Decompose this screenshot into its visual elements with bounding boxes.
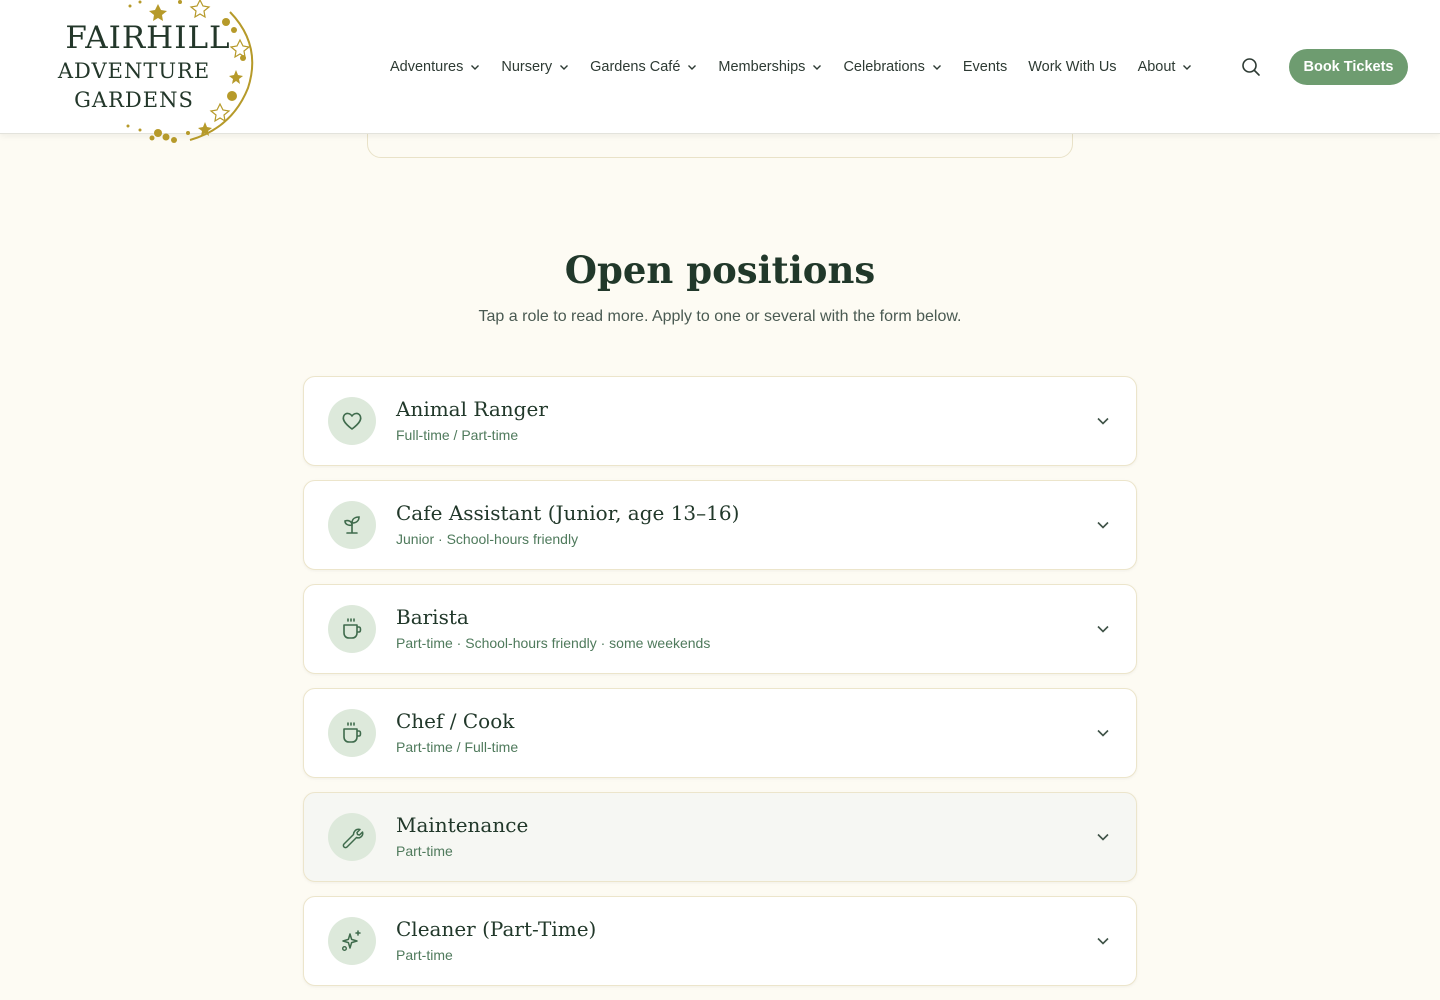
wrench-icon [342, 828, 364, 849]
chevron-down-icon [1097, 937, 1109, 945]
position-title: Cleaner (Part-Time) [396, 917, 597, 941]
logo-text-line3: GARDENS [74, 88, 194, 112]
nav-item-label: Nursery [501, 59, 553, 75]
search-icon [1242, 58, 1260, 76]
site-header: FAIRHILL ADVENTURE GARDENS Adventures Nu… [0, 0, 1440, 143]
chevron-down-icon [1097, 833, 1109, 841]
position-card-cafe-assistant[interactable]: Cafe Assistant (Junior, age 13–16) Junio… [303, 480, 1137, 570]
position-meta: Part-time [396, 843, 453, 859]
position-card-maintenance[interactable]: Maintenance Part-time [303, 792, 1137, 882]
position-title: Cafe Assistant (Junior, age 13–16) [396, 501, 740, 525]
position-card-chef-cook[interactable]: Chef / Cook Part-time / Full-time [303, 688, 1137, 778]
section-subtitle: Tap a role to read more. Apply to one or… [478, 308, 962, 325]
nav-item-label: Adventures [390, 59, 464, 75]
chevron-down-icon [1097, 521, 1109, 529]
site-logo[interactable]: FAIRHILL ADVENTURE GARDENS [40, 0, 280, 150]
position-meta: Full-time / Part-time [396, 427, 519, 443]
position-card-animal-ranger[interactable]: Animal Ranger Full-time / Part-time [303, 376, 1137, 466]
nav-item-nursery[interactable]: Nursery [501, 59, 569, 75]
sparkles-icon [342, 930, 361, 952]
position-icon-badge [328, 709, 376, 757]
chevron-down-icon [688, 65, 697, 70]
heart-icon [342, 412, 362, 430]
main-nav: Adventures Nursery Gardens Café Membersh… [390, 52, 1213, 82]
position-meta: Junior · School-hours friendly [396, 531, 579, 547]
nav-item-label: Celebrations [843, 59, 925, 75]
position-card-cleaner[interactable]: Cleaner (Part-Time) Part-time [303, 896, 1137, 986]
nav-item-events[interactable]: Events [963, 59, 1007, 75]
chevron-down-icon [1097, 729, 1109, 737]
position-icon-badge [328, 917, 376, 965]
chevron-down-icon [1183, 65, 1192, 70]
nav-item-work-with-us[interactable]: Work With Us [1028, 59, 1116, 75]
position-title: Chef / Cook [396, 709, 515, 733]
coffee-cup-icon [343, 618, 362, 639]
logo-text-line1: FAIRHILL [65, 20, 231, 56]
position-meta: Part-time · School-hours friendly · some… [396, 635, 711, 651]
nav-item-label: Events [962, 59, 1008, 75]
nav-item-label: About [1137, 59, 1176, 75]
nav-item-about[interactable]: About [1138, 59, 1193, 75]
chevron-down-icon [932, 65, 941, 70]
position-card-barista[interactable]: Barista Part-time · School-hours friendl… [303, 584, 1137, 674]
position-title: Maintenance [396, 813, 529, 837]
chevron-down-icon [1097, 625, 1109, 633]
section-title: Open positions [564, 248, 876, 292]
position-title: Animal Ranger [396, 397, 548, 421]
positions-list: Animal Ranger Full-time / Part-time Cafe… [303, 376, 1137, 1000]
chevron-down-icon [1097, 417, 1109, 425]
nav-item-label: Gardens Café [590, 59, 681, 75]
position-icon-badge [328, 813, 376, 861]
nav-item-celebrations[interactable]: Celebrations [843, 59, 941, 75]
coffee-cup-icon [343, 722, 362, 743]
nav-item-adventures[interactable]: Adventures [390, 59, 480, 75]
position-icon-badge [328, 501, 376, 549]
book-tickets-button[interactable]: Book Tickets [1289, 49, 1408, 85]
position-meta: Part-time [396, 947, 453, 963]
nav-item-label: Work With Us [1028, 59, 1117, 75]
position-icon-badge [328, 605, 376, 653]
chevron-down-icon [471, 65, 480, 70]
chevron-down-icon [813, 65, 822, 70]
search-button[interactable] [1240, 56, 1262, 78]
nav-item-label: Memberships [718, 59, 806, 75]
nav-item-memberships[interactable]: Memberships [718, 59, 822, 75]
logo-text-line2: ADVENTURE [57, 59, 211, 83]
nav-item-gardens-cafe[interactable]: Gardens Café [590, 59, 697, 75]
position-icon-badge [328, 397, 376, 445]
sprout-icon [344, 516, 360, 534]
position-meta: Part-time / Full-time [396, 739, 519, 755]
position-title: Barista [396, 605, 469, 629]
chevron-down-icon [560, 65, 569, 70]
